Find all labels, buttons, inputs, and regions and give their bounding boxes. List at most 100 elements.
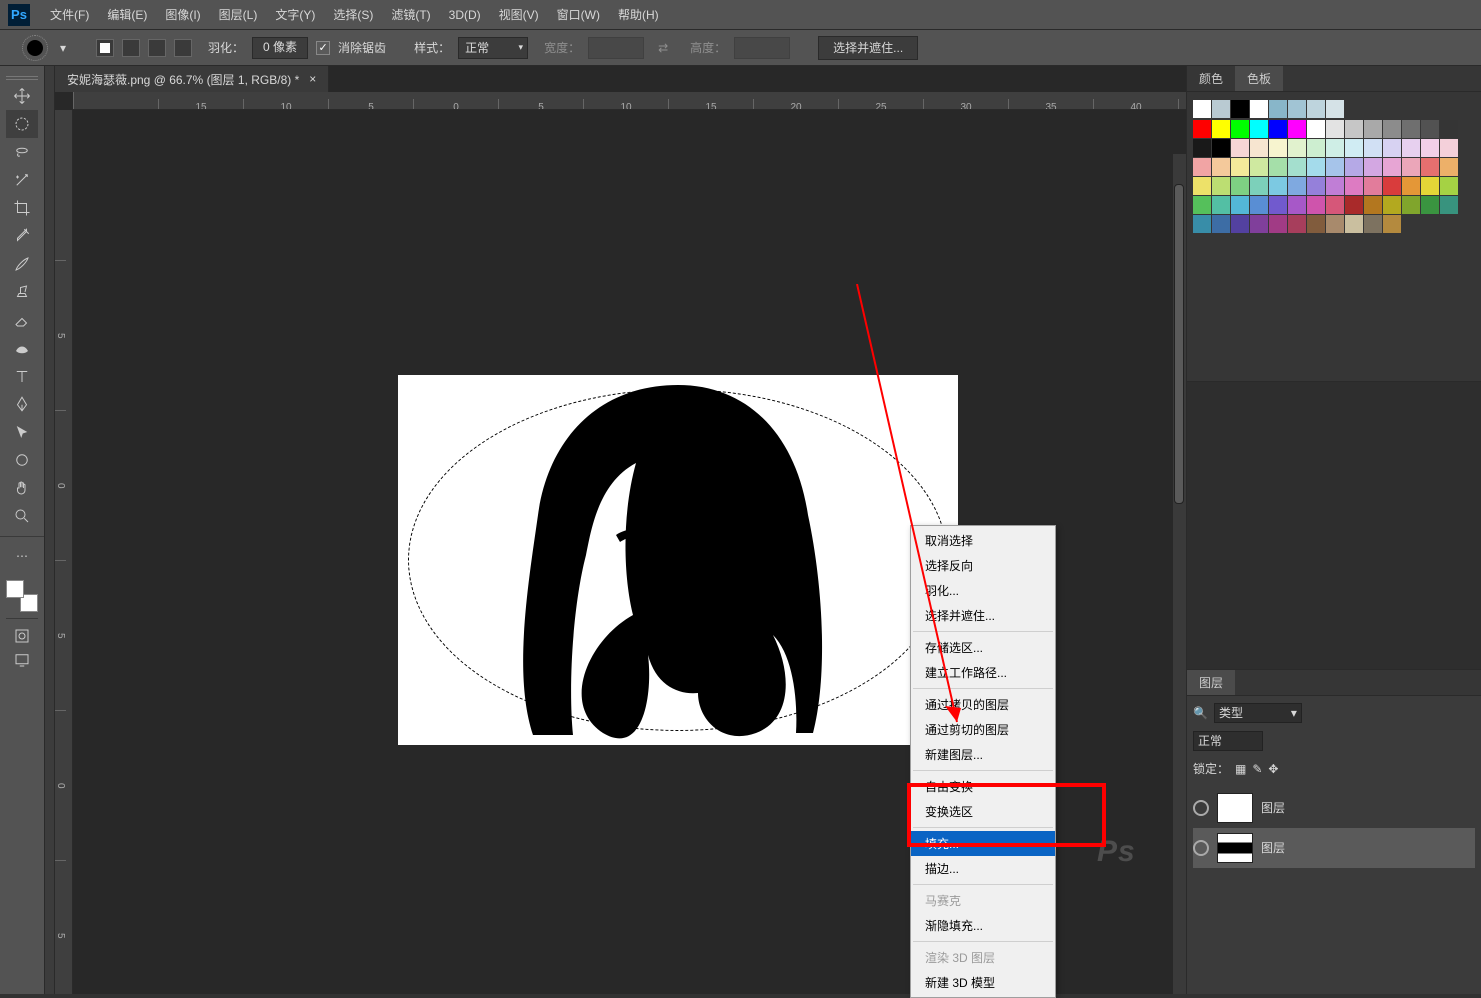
- swatch[interactable]: [1383, 158, 1401, 176]
- swatch[interactable]: [1402, 120, 1420, 138]
- swatch[interactable]: [1307, 158, 1325, 176]
- collapsed-panel-dock[interactable]: [45, 66, 55, 994]
- swatch[interactable]: [1231, 100, 1249, 118]
- lock-transparency-icon[interactable]: ▦: [1235, 762, 1246, 776]
- swatch[interactable]: [1402, 139, 1420, 157]
- swatch[interactable]: [1326, 100, 1344, 118]
- swatch[interactable]: [1326, 177, 1344, 195]
- layer-name[interactable]: 图层: [1261, 799, 1285, 816]
- swatch[interactable]: [1250, 100, 1268, 118]
- swatch[interactable]: [1326, 215, 1344, 233]
- move-tool[interactable]: [6, 82, 38, 110]
- context-menu-item[interactable]: 渐隐填充...: [911, 913, 1055, 938]
- swatch[interactable]: [1212, 158, 1230, 176]
- swatch[interactable]: [1440, 139, 1458, 157]
- swatch[interactable]: [1345, 196, 1363, 214]
- swatch[interactable]: [1250, 139, 1268, 157]
- antialias-checkbox[interactable]: [316, 41, 330, 55]
- swatch[interactable]: [1383, 177, 1401, 195]
- context-menu-item[interactable]: 新建 3D 模型: [911, 970, 1055, 995]
- swatch[interactable]: [1193, 158, 1211, 176]
- swatch[interactable]: [1288, 215, 1306, 233]
- swatch[interactable]: [1250, 177, 1268, 195]
- swatch[interactable]: [1288, 158, 1306, 176]
- swatch[interactable]: [1193, 215, 1211, 233]
- hand-tool[interactable]: [6, 474, 38, 502]
- path-selection-tool[interactable]: [6, 418, 38, 446]
- selection-new-icon[interactable]: [96, 39, 114, 57]
- menu-filter[interactable]: 滤镜(T): [385, 2, 436, 27]
- layer-item[interactable]: 图层: [1193, 788, 1475, 828]
- swatch[interactable]: [1345, 139, 1363, 157]
- swatch[interactable]: [1307, 139, 1325, 157]
- swatch[interactable]: [1326, 139, 1344, 157]
- swatch[interactable]: [1383, 139, 1401, 157]
- gradient-tool[interactable]: [6, 334, 38, 362]
- layer-visibility-icon[interactable]: [1193, 800, 1209, 816]
- swatch[interactable]: [1212, 100, 1230, 118]
- context-menu-item[interactable]: 选择反向: [911, 553, 1055, 578]
- swatch[interactable]: [1326, 120, 1344, 138]
- swatch[interactable]: [1269, 120, 1287, 138]
- swatch[interactable]: [1364, 158, 1382, 176]
- swatch[interactable]: [1383, 120, 1401, 138]
- context-menu-item[interactable]: 变换选区: [911, 799, 1055, 824]
- swatch[interactable]: [1345, 158, 1363, 176]
- shape-tool[interactable]: [6, 446, 38, 474]
- swatch[interactable]: [1421, 158, 1439, 176]
- swatch[interactable]: [1402, 158, 1420, 176]
- swatch[interactable]: [1326, 158, 1344, 176]
- swatch[interactable]: [1383, 196, 1401, 214]
- eyedropper-tool[interactable]: [6, 222, 38, 250]
- context-menu-item[interactable]: 自由变换: [911, 774, 1055, 799]
- feather-input[interactable]: 0 像素: [252, 37, 308, 59]
- swatch[interactable]: [1250, 196, 1268, 214]
- swatch[interactable]: [1193, 177, 1211, 195]
- close-tab-icon[interactable]: ×: [309, 72, 316, 86]
- swatch[interactable]: [1421, 139, 1439, 157]
- context-menu-item[interactable]: 建立工作路径...: [911, 660, 1055, 685]
- swatch[interactable]: [1307, 100, 1325, 118]
- foreground-color-swatch[interactable]: [6, 580, 24, 598]
- swatch[interactable]: [1193, 120, 1211, 138]
- swatch[interactable]: [1269, 196, 1287, 214]
- menu-help[interactable]: 帮助(H): [612, 2, 665, 27]
- lock-pixels-icon[interactable]: ✎: [1252, 762, 1262, 776]
- swatch[interactable]: [1364, 196, 1382, 214]
- menu-image[interactable]: 图像(I): [159, 2, 206, 27]
- swatch[interactable]: [1440, 158, 1458, 176]
- menu-3d[interactable]: 3D(D): [443, 4, 487, 26]
- swatch[interactable]: [1231, 177, 1249, 195]
- crop-tool[interactable]: [6, 194, 38, 222]
- swatch[interactable]: [1231, 158, 1249, 176]
- quick-mask-icon[interactable]: [6, 618, 38, 646]
- pen-tool[interactable]: [6, 390, 38, 418]
- document-tab[interactable]: 安妮海瑟薇.png @ 66.7% (图层 1, RGB/8) * ×: [55, 66, 329, 92]
- selection-add-icon[interactable]: [122, 39, 140, 57]
- swatch[interactable]: [1364, 120, 1382, 138]
- context-menu-item[interactable]: 填充...: [911, 831, 1055, 856]
- tab-color[interactable]: 颜色: [1187, 66, 1235, 91]
- layer-item[interactable]: 图层: [1193, 828, 1475, 868]
- zoom-tool[interactable]: [6, 502, 38, 530]
- menu-edit[interactable]: 编辑(E): [101, 2, 153, 27]
- context-menu-item[interactable]: 通过剪切的图层: [911, 717, 1055, 742]
- swatch[interactable]: [1269, 139, 1287, 157]
- swatch[interactable]: [1440, 177, 1458, 195]
- swatch[interactable]: [1269, 100, 1287, 118]
- context-menu-item[interactable]: 羽化...: [911, 578, 1055, 603]
- context-menu-item[interactable]: 选择并遮住...: [911, 603, 1055, 628]
- swatch[interactable]: [1307, 196, 1325, 214]
- type-tool[interactable]: [6, 362, 38, 390]
- swatch[interactable]: [1345, 177, 1363, 195]
- swatch[interactable]: [1212, 120, 1230, 138]
- menu-text[interactable]: 文字(Y): [269, 2, 321, 27]
- swatch[interactable]: [1288, 139, 1306, 157]
- layer-visibility-icon[interactable]: [1193, 840, 1209, 856]
- style-select[interactable]: 正常▾: [458, 37, 528, 59]
- swatch[interactable]: [1402, 196, 1420, 214]
- context-menu-item[interactable]: 通过拷贝的图层: [911, 692, 1055, 717]
- swatch[interactable]: [1212, 196, 1230, 214]
- swatch[interactable]: [1440, 196, 1458, 214]
- swatch[interactable]: [1288, 120, 1306, 138]
